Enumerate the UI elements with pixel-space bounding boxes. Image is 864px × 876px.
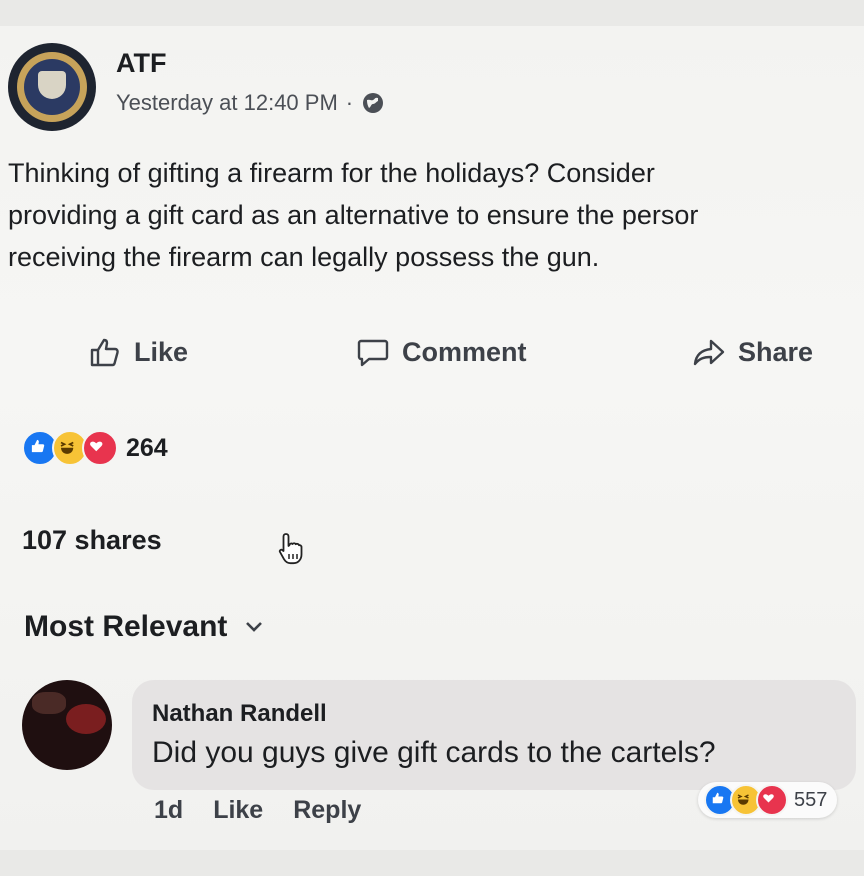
comment-label: Comment <box>402 336 527 367</box>
post-meta: Yesterday at 12:40 PM · <box>116 90 385 116</box>
comment-action-row: 1d Like Reply <box>154 796 361 825</box>
post-timestamp[interactable]: Yesterday at 12:40 PM <box>116 90 338 116</box>
love-icon <box>82 430 118 466</box>
reaction-summary[interactable]: 264 <box>22 430 168 466</box>
post-text-line: Thinking of gifting a firearm for the ho… <box>8 158 655 188</box>
chevron-down-icon <box>246 622 263 632</box>
share-count[interactable]: 107 shares <box>22 525 162 556</box>
share-label: Share <box>738 336 814 367</box>
avatar-blob <box>66 704 106 734</box>
like-button[interactable]: Like <box>88 335 188 369</box>
reaction-count: 264 <box>126 433 168 462</box>
post-text-line: providing a gift card as an alternative … <box>8 200 699 230</box>
meta-separator: · <box>345 90 354 115</box>
page-avatar[interactable] <box>8 43 96 131</box>
thumbs-up-icon <box>90 338 119 367</box>
comment-text: Did you guys give gift cards to the cart… <box>152 736 716 769</box>
comment-reaction-summary[interactable]: 557 <box>698 782 838 818</box>
share-button[interactable]: Share <box>692 335 813 369</box>
commenter-name[interactable]: Nathan Randell <box>152 700 327 728</box>
comment-like-button[interactable]: Like <box>213 796 263 825</box>
comment-sort-dropdown[interactable]: Most Relevant <box>24 610 263 644</box>
avatar-blob <box>32 692 66 714</box>
post-text: Thinking of gifting a firearm for the ho… <box>8 152 864 278</box>
comment-reaction-count: 557 <box>794 788 828 811</box>
commenter-avatar[interactable] <box>22 680 112 770</box>
page-name[interactable]: ATF <box>116 48 166 79</box>
love-icon <box>756 784 788 816</box>
comment-button[interactable]: Comment <box>356 335 527 369</box>
sort-label: Most Relevant <box>24 610 228 643</box>
post-action-bar: Like Comment Share <box>0 335 864 387</box>
comment-bubble: Nathan Randell Did you guys give gift ca… <box>132 680 856 790</box>
post-text-line: receiving the firearm can legally posses… <box>8 242 600 272</box>
share-arrow-icon <box>693 339 725 366</box>
shield-icon <box>38 71 66 99</box>
comment-reply-button[interactable]: Reply <box>293 796 361 825</box>
comment-icon <box>357 339 389 367</box>
comment-age[interactable]: 1d <box>154 796 183 825</box>
globe-icon <box>361 91 385 115</box>
like-label: Like <box>134 336 189 367</box>
hand-cursor-icon <box>278 533 303 565</box>
